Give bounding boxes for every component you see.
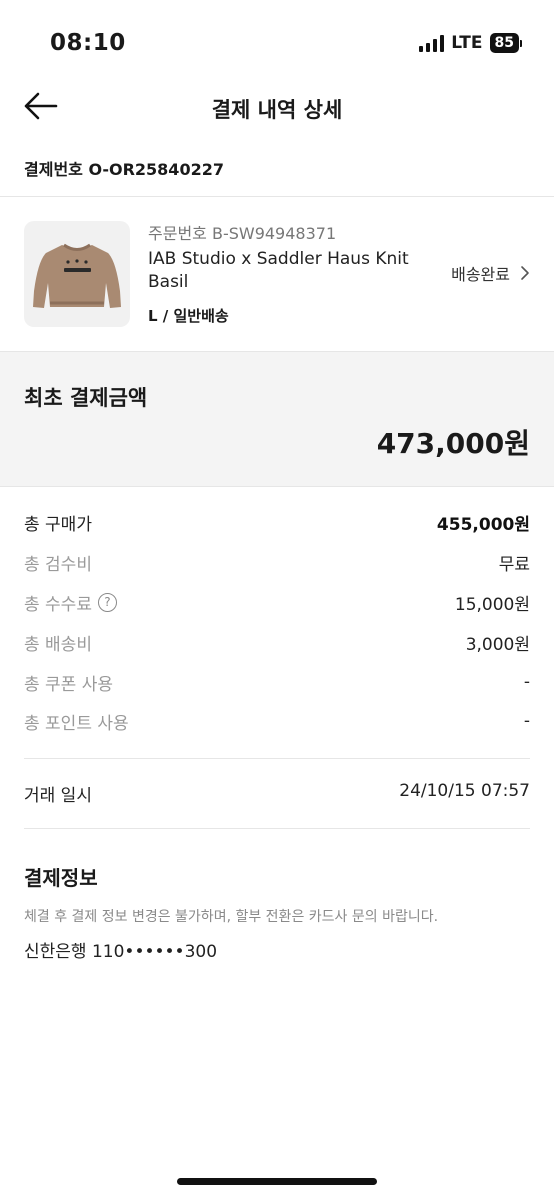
status-time: 08:10 — [50, 30, 126, 56]
breakdown-label: 총 포인트 사용 — [24, 713, 129, 734]
battery-icon: 85 — [489, 33, 522, 53]
transaction-date-row: 거래 일시 24/10/15 07:57 — [24, 781, 530, 806]
breakdown-value: 무료 — [498, 554, 530, 575]
total-summary: 최초 결제금액 473,000원 — [0, 351, 554, 487]
breakdown-label-wrap: 총 수수료 ? — [24, 590, 117, 615]
help-icon[interactable]: ? — [97, 592, 117, 612]
breakdown-value: 455,000원 — [436, 514, 530, 535]
product-thumbnail — [24, 221, 130, 327]
breakdown-value: 3,000원 — [465, 634, 530, 655]
breakdown-value: - — [523, 711, 530, 731]
status-bar: 08:10 LTE 85 — [0, 0, 554, 88]
breakdown-label: 총 수수료 — [24, 594, 92, 615]
total-label: 최초 결제금액 — [24, 386, 148, 410]
order-number: 주문번호 B-SW94948371 — [148, 224, 337, 243]
divider — [24, 758, 530, 759]
breakdown-row-inspection: 총 검수비 무료 — [24, 549, 530, 575]
delivery-status[interactable]: 배송완료 — [451, 261, 530, 285]
product-card[interactable]: 주문번호 B-SW94948371 IAB Studio x Saddler H… — [0, 197, 554, 351]
sweater-image — [33, 243, 121, 308]
breakdown-label: 총 쿠폰 사용 — [24, 674, 114, 695]
breakdown-value: - — [523, 672, 530, 692]
transaction-date-value: 24/10/15 07:57 — [399, 781, 530, 801]
page-title: 결제 내역 상세 — [211, 98, 343, 122]
transaction-date-label: 거래 일시 — [24, 786, 92, 806]
home-indicator[interactable] — [177, 1178, 377, 1185]
signal-icon — [419, 34, 445, 52]
divider — [24, 828, 530, 829]
chevron-right-icon — [521, 266, 529, 280]
payment-account: 신한은행 110••••••300 — [24, 942, 218, 962]
payment-info-notice: 체결 후 결제 정보 변경은 불가하며, 할부 전환은 카드사 문의 바랍니다. — [24, 909, 439, 925]
breakdown-row-shipping: 총 배송비 3,000원 — [24, 629, 530, 655]
breakdown-row-points: 총 포인트 사용 - — [24, 708, 530, 734]
breakdown-row-fee: 총 수수료 ? 15,000원 — [24, 589, 530, 615]
battery-level: 85 — [489, 33, 519, 53]
status-indicators: LTE 85 — [419, 33, 522, 53]
product-option: L / 일반배송 — [148, 307, 229, 325]
breakdown-label: 총 구매가 — [24, 514, 92, 535]
network-type: LTE — [451, 33, 483, 53]
breakdown-label: 총 배송비 — [24, 634, 92, 655]
payment-info-title: 결제정보 — [24, 866, 98, 890]
breakdown-value: 15,000원 — [454, 594, 530, 615]
product-name: IAB Studio x Saddler Haus Knit Basil — [148, 249, 409, 292]
delivery-status-label: 배송완료 — [451, 265, 510, 284]
payment-number: 결제번호 O-OR25840227 — [24, 160, 224, 179]
breakdown-label: 총 검수비 — [24, 554, 92, 575]
total-amount: 473,000원 — [376, 427, 530, 460]
header: 결제 내역 상세 — [0, 88, 554, 128]
breakdown-row-purchase: 총 구매가 455,000원 — [24, 509, 530, 535]
breakdown-row-coupon: 총 쿠폰 사용 - — [24, 669, 530, 695]
